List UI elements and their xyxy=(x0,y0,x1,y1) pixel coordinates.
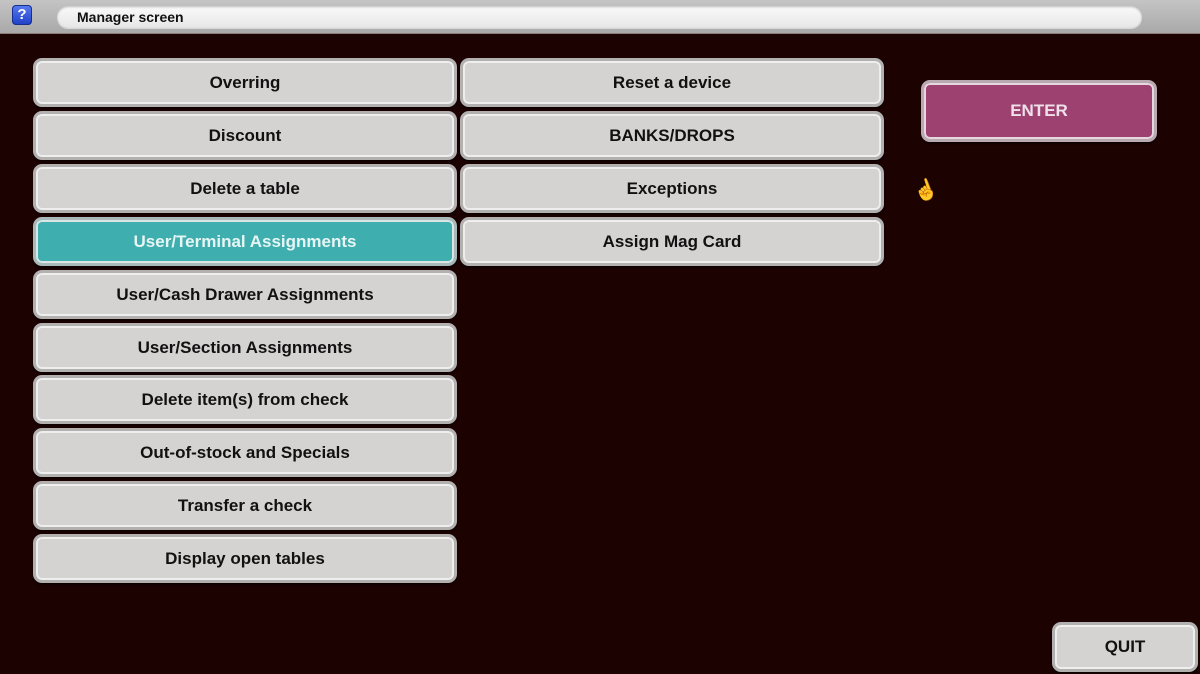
out-of-stock-specials-button[interactable]: Out-of-stock and Specials xyxy=(33,428,457,477)
title-field: Manager screen xyxy=(57,6,1142,28)
user-cash-drawer-assignments-button[interactable]: User/Cash Drawer Assignments xyxy=(33,270,457,319)
hand-pointer-icon: ☝ xyxy=(910,176,942,206)
page-title: Manager screen xyxy=(77,9,184,25)
overring-button[interactable]: Overring xyxy=(33,58,457,107)
delete-items-from-check-button[interactable]: Delete item(s) from check xyxy=(33,375,457,424)
transfer-check-button[interactable]: Transfer a check xyxy=(33,481,457,530)
help-icon[interactable]: ? xyxy=(12,5,32,25)
reset-device-button[interactable]: Reset a device xyxy=(460,58,884,107)
enter-button[interactable]: ENTER xyxy=(921,80,1157,142)
banks-drops-button[interactable]: BANKS/DROPS xyxy=(460,111,884,160)
display-open-tables-button[interactable]: Display open tables xyxy=(33,534,457,583)
assign-mag-card-button[interactable]: Assign Mag Card xyxy=(460,217,884,266)
delete-table-button[interactable]: Delete a table xyxy=(33,164,457,213)
title-bar: ? Manager screen xyxy=(0,0,1200,34)
user-section-assignments-button[interactable]: User/Section Assignments xyxy=(33,323,457,372)
quit-button[interactable]: QUIT xyxy=(1052,622,1198,672)
user-terminal-assignments-button[interactable]: User/Terminal Assignments xyxy=(33,217,457,266)
exceptions-button[interactable]: Exceptions xyxy=(460,164,884,213)
discount-button[interactable]: Discount xyxy=(33,111,457,160)
